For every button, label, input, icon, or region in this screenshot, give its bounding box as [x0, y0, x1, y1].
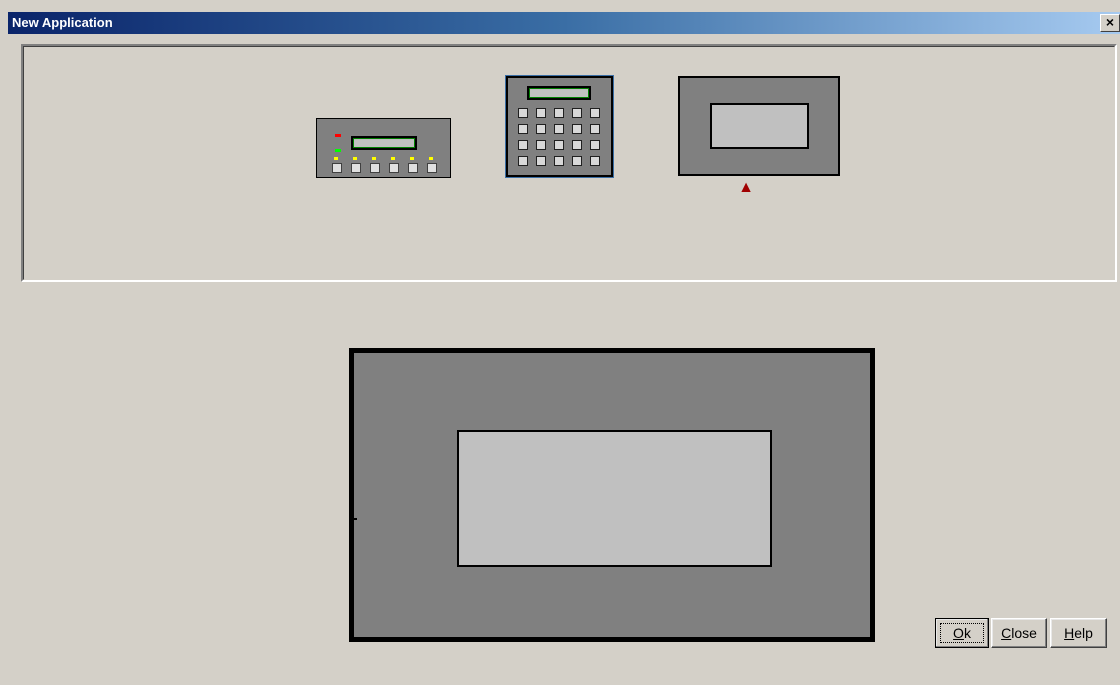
help-accel: H [1064, 625, 1075, 641]
help-label: elp [1074, 625, 1093, 641]
title-bar: New Application × [8, 12, 1120, 34]
key-led-icon [410, 157, 414, 160]
key-icon [351, 163, 361, 173]
key-icon [408, 163, 418, 173]
focus-rect [940, 623, 984, 643]
green-led-icon [335, 149, 341, 152]
close-accel: C [1001, 625, 1012, 641]
template-text-terminal[interactable] [316, 118, 451, 178]
key-icon [370, 163, 380, 173]
window-close-button[interactable]: × [1100, 14, 1120, 32]
template-keypad-terminal[interactable] [506, 76, 613, 177]
keypad-key-icon [590, 108, 600, 118]
up-arrow-icon: ▲ [738, 179, 754, 196]
template-graphic-terminal[interactable] [678, 76, 840, 176]
numeric-keypad [518, 108, 608, 172]
keypad-key-icon [590, 156, 600, 166]
keypad-key-icon [554, 156, 564, 166]
key-led-icon [429, 157, 433, 160]
key-icon [389, 163, 399, 173]
keypad-key-icon [518, 108, 528, 118]
key-icon [427, 163, 437, 173]
key-led-icon [334, 157, 338, 160]
keypad-key-icon [554, 124, 564, 134]
close-button[interactable]: Close [991, 618, 1047, 648]
keypad-key-icon [572, 156, 582, 166]
keypad-key-icon [572, 140, 582, 150]
keypad-key-icon [518, 124, 528, 134]
key-led-icon [372, 157, 376, 160]
keypad-key-icon [518, 156, 528, 166]
close-label: lose [1011, 625, 1037, 641]
preview-screen [457, 430, 772, 567]
key-led-icon [353, 157, 357, 160]
keypad-display [527, 86, 591, 100]
keypad-key-icon [536, 140, 546, 150]
keypad-key-icon [572, 108, 582, 118]
keypad-key-icon [536, 108, 546, 118]
key-icon [332, 163, 342, 173]
keypad-key-icon [572, 124, 582, 134]
keypad-key-icon [554, 108, 564, 118]
keypad-key-icon [590, 140, 600, 150]
text-display [351, 136, 417, 150]
red-led-icon [335, 134, 341, 137]
keypad-key-icon [536, 124, 546, 134]
key-led-icon [391, 157, 395, 160]
window-title: New Application [12, 15, 113, 30]
preview-notch [354, 518, 357, 520]
function-keys-row [332, 157, 444, 175]
keypad-key-icon [518, 140, 528, 150]
terminal-preview [349, 348, 875, 642]
keypad-key-icon [554, 140, 564, 150]
keypad-key-icon [536, 156, 546, 166]
keypad-key-icon [590, 124, 600, 134]
ok-button[interactable]: Ok [935, 618, 989, 648]
help-button[interactable]: Help [1050, 618, 1107, 648]
graphic-display [710, 103, 809, 149]
